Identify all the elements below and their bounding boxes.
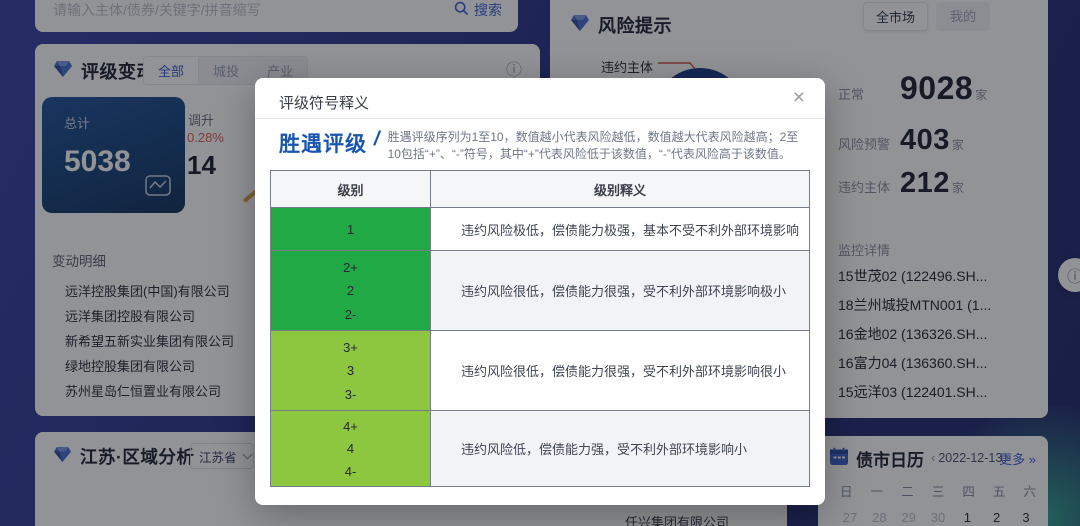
level-value: 3-	[345, 387, 357, 402]
level-cell: 1	[271, 208, 431, 250]
table-row: 2+ 2 2- 违约风险很低，偿债能力很强，受不利外部环境影响极小	[271, 250, 809, 330]
level-value: 1	[347, 222, 354, 237]
section-description: 胜遇评级序列为1至10，数值越小代表风险越低，数值越大代表风险越高；2至10包括…	[388, 128, 803, 163]
table-row: 4+ 4 4- 违约风险低，偿债能力强，受不利外部环境影响小	[271, 410, 809, 486]
level-value: 3	[347, 363, 354, 378]
meaning-cell: 违约风险很低，偿债能力很强，受不利外部环境影响很小	[431, 331, 809, 410]
meaning-cell: 违约风险极低，偿债能力极强，基本不受不利外部环境影响	[431, 208, 809, 250]
level-value: 2+	[343, 260, 358, 275]
level-value: 2-	[345, 307, 357, 322]
table-row: 3+ 3 3- 违约风险很低，偿债能力很强，受不利外部环境影响很小	[271, 330, 809, 410]
table-header-row: 级别 级别释义	[271, 171, 809, 207]
rating-symbols-modal: 评级符号释义 × 胜遇评级 / 胜遇评级序列为1至10，数值越小代表风险越低，数…	[255, 78, 825, 505]
level-cell: 3+ 3 3-	[271, 331, 431, 410]
rating-section: 胜遇评级 / 胜遇评级序列为1至10，数值越小代表风险越低，数值越大代表风险越高…	[279, 128, 803, 163]
modal-title: 评级符号释义	[279, 92, 369, 113]
section-title: 胜遇评级	[279, 128, 367, 158]
level-value: 2	[347, 283, 354, 298]
header-meaning: 级别释义	[431, 171, 809, 207]
level-value: 4+	[343, 419, 358, 434]
level-value: 4-	[345, 464, 357, 479]
level-value: 4	[347, 441, 354, 456]
divider	[255, 118, 825, 119]
level-value: 3+	[343, 340, 358, 355]
rating-table: 级别 级别释义 1 违约风险极低，偿债能力极强，基本不受不利外部环境影响 2+ …	[270, 170, 810, 487]
level-cell: 4+ 4 4-	[271, 411, 431, 486]
level-cell: 2+ 2 2-	[271, 251, 431, 330]
table-row: 1 违约风险极低，偿债能力极强，基本不受不利外部环境影响	[271, 207, 809, 250]
meaning-cell: 违约风险低，偿债能力强，受不利外部环境影响小	[431, 411, 809, 486]
close-icon[interactable]: ×	[793, 86, 805, 110]
header-level: 级别	[271, 171, 431, 207]
meaning-cell: 违约风险很低，偿债能力很强，受不利外部环境影响极小	[431, 251, 809, 330]
dashboard-page: 搜索 评级变动 全部 城投 产业 ⓘ 总计 5038 调升 0.28% 14 变…	[0, 0, 1080, 526]
slash-divider-icon: /	[372, 128, 382, 151]
